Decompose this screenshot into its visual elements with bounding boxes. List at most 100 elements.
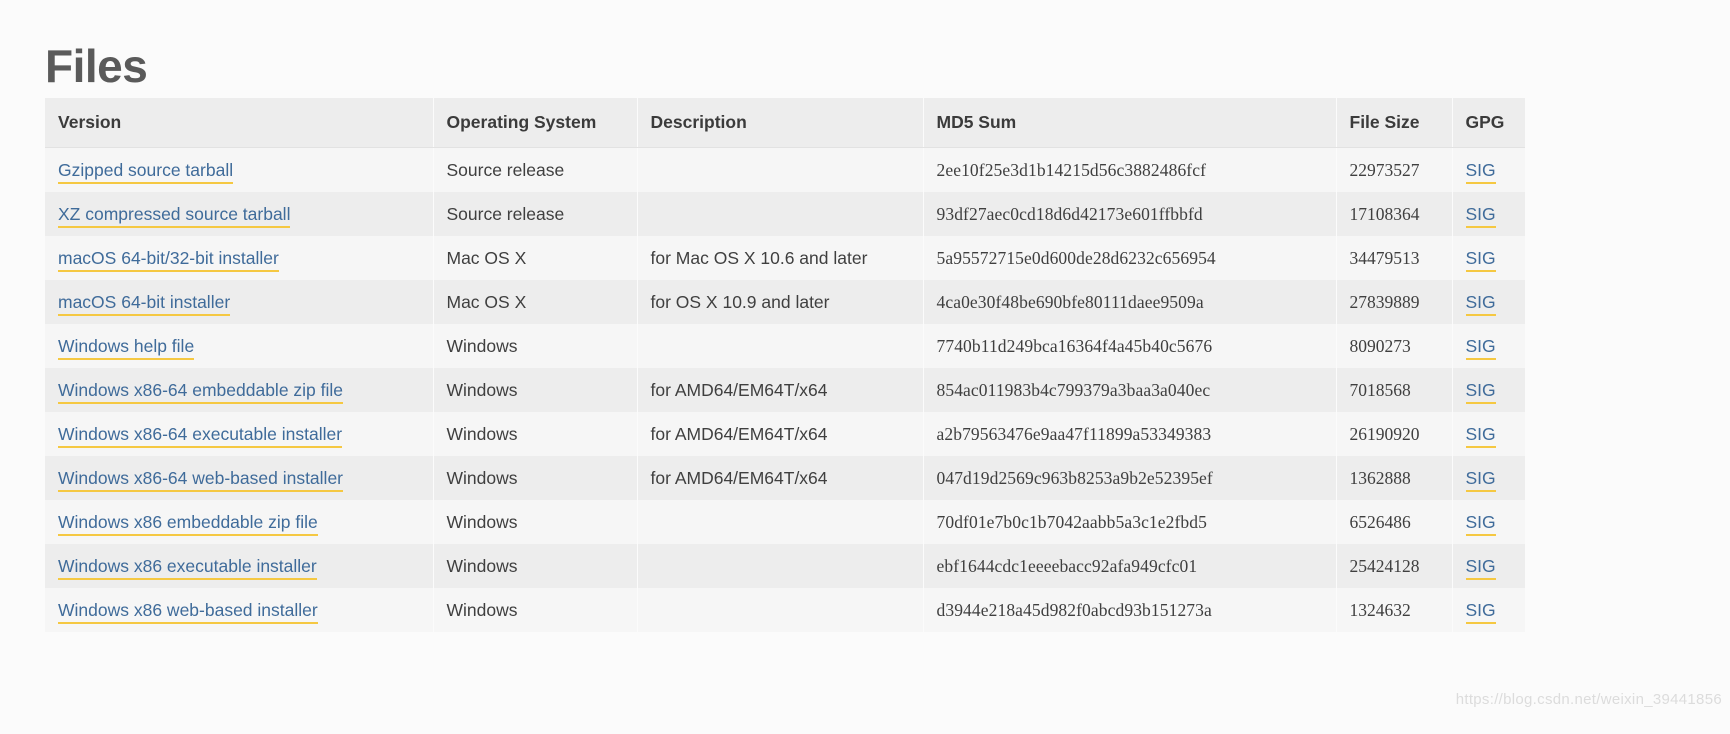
table-body: Gzipped source tarball Source release 2ee1…	[45, 147, 1525, 632]
cell-md5-sum: 7740b11d249bca16364f4a45b40c5676	[923, 324, 1337, 368]
cell-gpg: SIG	[1452, 324, 1525, 368]
cell-gpg: SIG	[1452, 588, 1525, 632]
cell-description	[637, 147, 924, 192]
cell-operating-system: Windows	[433, 544, 638, 588]
gpg-sig-link[interactable]: SIG	[1465, 247, 1496, 272]
download-link[interactable]: Windows x86 executable installer	[58, 555, 317, 580]
cell-description	[637, 324, 924, 368]
cell-version: macOS 64-bit installer	[45, 280, 434, 324]
cell-file-size: 26190920	[1336, 412, 1453, 456]
column-header-version: Version	[45, 98, 434, 148]
table-row: macOS 64-bit installer Mac OS Xfor OS X 1…	[45, 280, 1525, 324]
cell-gpg: SIG	[1452, 280, 1525, 324]
cell-operating-system: Windows	[433, 412, 638, 456]
watermark-text: https://blog.csdn.net/weixin_39441856	[1455, 691, 1722, 708]
cell-gpg: SIG	[1452, 368, 1525, 412]
cell-file-size: 8090273	[1336, 324, 1453, 368]
cell-file-size: 34479513	[1336, 236, 1453, 280]
gpg-sig-link[interactable]: SIG	[1465, 555, 1496, 580]
cell-version: XZ compressed source tarball	[45, 192, 434, 236]
table-row: Windows x86 executable installer Windows e…	[45, 544, 1525, 588]
cell-description: for AMD64/EM64T/x64	[637, 412, 924, 456]
cell-version: Windows x86-64 embeddable zip file	[45, 368, 434, 412]
table-header: Version Operating System Description MD5…	[45, 98, 1525, 148]
column-header-operating-system: Operating System	[433, 98, 638, 148]
gpg-sig-link[interactable]: SIG	[1465, 599, 1496, 624]
column-header-gpg: GPG	[1452, 98, 1525, 148]
column-header-description: Description	[637, 98, 924, 148]
cell-description	[637, 192, 924, 236]
cell-description	[637, 588, 924, 632]
cell-operating-system: Mac OS X	[433, 280, 638, 324]
cell-description: for AMD64/EM64T/x64	[637, 456, 924, 500]
download-link[interactable]: Windows x86 embeddable zip file	[58, 511, 318, 536]
download-link[interactable]: Gzipped source tarball	[58, 159, 234, 184]
cell-operating-system: Windows	[433, 500, 638, 544]
table-row: Windows x86-64 embeddable zip file Window…	[45, 368, 1525, 412]
cell-operating-system: Mac OS X	[433, 236, 638, 280]
cell-file-size: 17108364	[1336, 192, 1453, 236]
cell-md5-sum: 4ca0e30f48be690bfe80111daee9509a	[923, 280, 1337, 324]
column-header-file-size: File Size	[1336, 98, 1453, 148]
page-title: Files	[45, 39, 148, 92]
cell-operating-system: Source release	[433, 147, 638, 192]
cell-operating-system: Windows	[433, 456, 638, 500]
cell-operating-system: Windows	[433, 368, 638, 412]
cell-version: Windows x86 web-based installer	[45, 588, 434, 632]
download-link[interactable]: Windows x86 web-based installer	[58, 599, 318, 624]
gpg-sig-link[interactable]: SIG	[1465, 379, 1496, 404]
download-link[interactable]: macOS 64-bit/32-bit installer	[58, 247, 279, 272]
cell-file-size: 22973527	[1336, 147, 1453, 192]
cell-file-size: 27839889	[1336, 280, 1453, 324]
download-link[interactable]: Windows x86-64 web-based installer	[58, 467, 343, 492]
cell-md5-sum: 854ac011983b4c799379a3baa3a040ec	[923, 368, 1337, 412]
gpg-sig-link[interactable]: SIG	[1465, 335, 1496, 360]
cell-file-size: 1362888	[1336, 456, 1453, 500]
cell-version: Gzipped source tarball	[45, 147, 434, 192]
cell-operating-system: Windows	[433, 324, 638, 368]
files-page: Files Version Operating System Descripti…	[0, 0, 1730, 734]
cell-operating-system: Source release	[433, 192, 638, 236]
gpg-sig-link[interactable]: SIG	[1465, 423, 1496, 448]
download-link[interactable]: XZ compressed source tarball	[58, 203, 291, 228]
table-row: Windows x86-64 web-based installer Window…	[45, 456, 1525, 500]
cell-gpg: SIG	[1452, 147, 1525, 192]
download-link[interactable]: macOS 64-bit installer	[58, 291, 231, 316]
gpg-sig-link[interactable]: SIG	[1465, 467, 1496, 492]
download-link[interactable]: Windows x86-64 embeddable zip file	[58, 379, 344, 404]
cell-md5-sum: 70df01e7b0c1b7042aabb5a3c1e2fbd5	[923, 500, 1337, 544]
cell-md5-sum: a2b79563476e9aa47f11899a53349383	[923, 412, 1337, 456]
cell-file-size: 25424128	[1336, 544, 1453, 588]
cell-md5-sum: ebf1644cdc1eeeebacc92afa949cfc01	[923, 544, 1337, 588]
cell-version: Windows x86-64 executable installer	[45, 412, 434, 456]
download-link[interactable]: Windows x86-64 executable installer	[58, 423, 343, 448]
table-row: XZ compressed source tarball Source relea…	[45, 192, 1525, 236]
gpg-sig-link[interactable]: SIG	[1465, 159, 1496, 184]
cell-file-size: 6526486	[1336, 500, 1453, 544]
cell-gpg: SIG	[1452, 544, 1525, 588]
cell-md5-sum: d3944e218a45d982f0abcd93b151273a	[923, 588, 1337, 632]
cell-description: for AMD64/EM64T/x64	[637, 368, 924, 412]
table-header-row: Version Operating System Description MD5…	[45, 98, 1525, 148]
table-row: Windows x86-64 executable installer Windo…	[45, 412, 1525, 456]
cell-version: Windows x86-64 web-based installer	[45, 456, 434, 500]
cell-gpg: SIG	[1452, 456, 1525, 500]
gpg-sig-link[interactable]: SIG	[1465, 511, 1496, 536]
cell-description	[637, 544, 924, 588]
gpg-sig-link[interactable]: SIG	[1465, 203, 1496, 228]
files-table: Version Operating System Description MD5…	[45, 98, 1525, 632]
table-row: macOS 64-bit/32-bit installer Mac OS Xfor…	[45, 236, 1525, 280]
cell-description	[637, 500, 924, 544]
gpg-sig-link[interactable]: SIG	[1465, 291, 1496, 316]
cell-version: Windows help file	[45, 324, 434, 368]
cell-md5-sum: 5a95572715e0d600de28d6232c656954	[923, 236, 1337, 280]
table-row: Windows help file Windows 7740b11d249bca16…	[45, 324, 1525, 368]
table-row: Windows x86 embeddable zip file Windows 70…	[45, 500, 1525, 544]
cell-md5-sum: 2ee10f25e3d1b14215d56c3882486fcf	[923, 147, 1337, 192]
cell-gpg: SIG	[1452, 192, 1525, 236]
files-table-container: Version Operating System Description MD5…	[45, 98, 1525, 632]
cell-file-size: 1324632	[1336, 588, 1453, 632]
cell-description: for OS X 10.9 and later	[637, 280, 924, 324]
cell-gpg: SIG	[1452, 500, 1525, 544]
download-link[interactable]: Windows help file	[58, 335, 195, 360]
